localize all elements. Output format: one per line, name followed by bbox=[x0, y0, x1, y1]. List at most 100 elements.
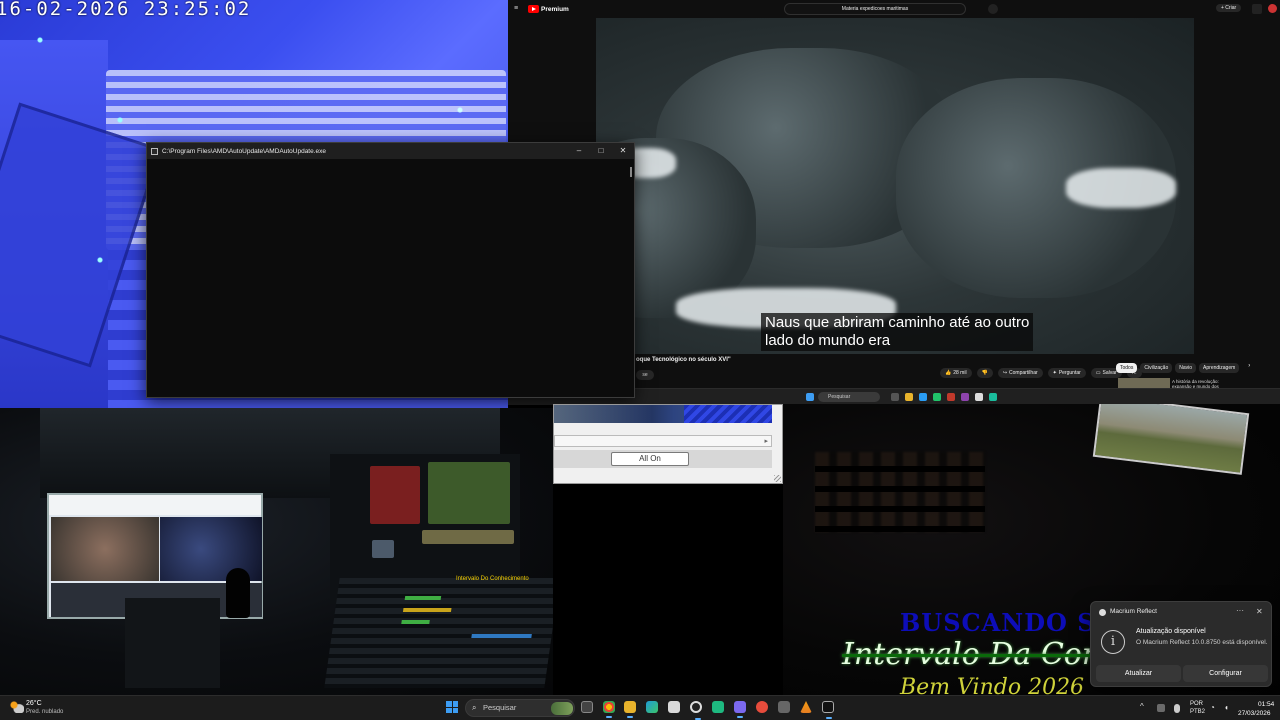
youtube-search-input[interactable]: Materia expedicoes maritimas bbox=[784, 3, 966, 15]
scroll-right-icon[interactable]: ▸ bbox=[764, 437, 768, 445]
stream-thumbnail bbox=[1092, 404, 1250, 475]
chip-learning[interactable]: Aprendizagem bbox=[1199, 363, 1240, 373]
settings-dialog: ▸ All On bbox=[553, 404, 783, 484]
stream-interval-text: Intervalo Da Conh bbox=[842, 637, 1121, 672]
notepad-icon[interactable] bbox=[668, 701, 680, 713]
monitor bbox=[428, 462, 510, 524]
video-title: oque Tecnológico no século XVI" bbox=[636, 357, 731, 363]
more-options-icon[interactable]: ··· bbox=[1236, 606, 1244, 615]
macrium-icon bbox=[1099, 609, 1106, 616]
terminal-icon[interactable] bbox=[822, 701, 834, 719]
app-icon[interactable] bbox=[756, 701, 768, 713]
projected-video bbox=[51, 517, 159, 581]
vu-meter bbox=[471, 634, 532, 638]
chevron-up-icon[interactable]: ^ bbox=[1140, 702, 1144, 711]
search-highlight-image[interactable] bbox=[551, 702, 573, 715]
mixing-desk bbox=[324, 578, 553, 688]
taskbar-search[interactable]: ⌕ Pesquisar bbox=[465, 699, 575, 717]
subtitle-line: lado do mundo era bbox=[765, 332, 891, 349]
dialog-scrollbar[interactable]: ▸ bbox=[554, 435, 772, 447]
close-icon[interactable]: ✕ bbox=[1256, 607, 1263, 616]
settings-gear-icon[interactable] bbox=[778, 701, 790, 713]
tray-app-icon[interactable] bbox=[1157, 704, 1165, 712]
start-button[interactable] bbox=[446, 701, 458, 713]
weather-icon[interactable] bbox=[10, 701, 24, 713]
chip-ship[interactable]: Navio bbox=[1175, 363, 1197, 373]
notification-app-name: Macrium Reflect bbox=[1110, 608, 1157, 615]
info-icon: i bbox=[1101, 630, 1125, 654]
edge-icon[interactable] bbox=[919, 393, 927, 401]
youtube-header: ≡ Premium Materia expedicoes maritimas +… bbox=[508, 0, 1280, 18]
close-button[interactable]: ✕ bbox=[612, 143, 634, 159]
chrome-icon[interactable] bbox=[603, 701, 615, 718]
start-icon-tile bbox=[452, 707, 458, 713]
obs-icon[interactable] bbox=[690, 701, 702, 720]
camera-timestamp: 16-02-2026 23:25:02 bbox=[0, 0, 252, 20]
recommendation-chips: Todos Civilização Navio Aprendizagem › bbox=[1116, 363, 1250, 373]
nested-search-input[interactable]: Pesquisar bbox=[818, 392, 880, 402]
share-button[interactable]: ↪ Compartilhar bbox=[997, 368, 1043, 378]
studio-chair bbox=[125, 598, 220, 688]
dislike-button[interactable]: 👎 bbox=[976, 368, 993, 378]
nested-start-icon[interactable] bbox=[806, 393, 814, 401]
ask-label: Perguntar bbox=[1058, 370, 1081, 376]
nested-app-icon[interactable] bbox=[975, 393, 983, 401]
monitor bbox=[422, 530, 514, 544]
nested-app-icon[interactable] bbox=[891, 393, 899, 401]
avatar[interactable] bbox=[1268, 4, 1277, 13]
vu-meter bbox=[404, 596, 442, 600]
create-button[interactable]: + Criar bbox=[1216, 4, 1242, 12]
menu-icon[interactable]: ≡ bbox=[514, 5, 518, 12]
notifications-bell-icon[interactable] bbox=[1252, 4, 1262, 14]
minimize-button[interactable]: – bbox=[568, 143, 590, 159]
youtube-play-icon bbox=[528, 5, 539, 13]
chips-next-icon[interactable]: › bbox=[1248, 363, 1250, 373]
nested-app-icon[interactable] bbox=[989, 393, 997, 401]
notification-toast[interactable]: Macrium Reflect ··· ✕ i Atualização disp… bbox=[1090, 601, 1272, 687]
youtube-logo[interactable]: Premium bbox=[528, 5, 569, 13]
like-button[interactable]: 👍 28 mil bbox=[940, 368, 972, 378]
file-explorer-icon[interactable] bbox=[624, 701, 636, 718]
nested-app-icon[interactable] bbox=[961, 393, 969, 401]
video-player[interactable]: Naus que abriram caminho até ao outro lad… bbox=[596, 18, 1194, 354]
stream-title-text: BUSCANDO SA bbox=[900, 608, 1116, 637]
vlc-icon[interactable] bbox=[800, 701, 812, 713]
task-view-icon[interactable] bbox=[581, 701, 593, 713]
console-titlebar[interactable]: C:\Program Files\AMD\AutoUpdate\AMDAutoU… bbox=[147, 143, 634, 159]
video-foam bbox=[1066, 168, 1176, 208]
maximize-button[interactable]: □ bbox=[590, 143, 612, 159]
configure-button[interactable]: Configurar bbox=[1183, 665, 1268, 682]
console-scrollbar[interactable] bbox=[630, 167, 632, 177]
app-icon[interactable] bbox=[712, 701, 724, 713]
weather-description[interactable]: Pred. nublado bbox=[26, 709, 63, 715]
microphone-icon[interactable] bbox=[988, 4, 998, 14]
console-icon bbox=[151, 147, 158, 155]
console-window[interactable]: C:\Program Files\AMD\AutoUpdate\AMDAutoU… bbox=[146, 142, 635, 398]
nested-app-icon[interactable] bbox=[947, 393, 955, 401]
start-icon-tile bbox=[446, 701, 452, 707]
chip-civilization[interactable]: Civilização bbox=[1140, 363, 1173, 373]
update-button[interactable]: Atualizar bbox=[1096, 665, 1181, 682]
wifi-icon[interactable]: ◔ bbox=[1210, 703, 1215, 712]
notification-heading: Atualização disponível bbox=[1136, 628, 1206, 635]
folder-icon[interactable] bbox=[905, 393, 913, 401]
start-icon-tile bbox=[452, 701, 458, 707]
all-on-button[interactable]: All On bbox=[611, 452, 689, 466]
subscribe-button[interactable]: se bbox=[636, 370, 654, 380]
clock-date[interactable]: 27/03/2026 bbox=[1238, 710, 1271, 717]
start-icon-tile bbox=[446, 707, 452, 713]
clock-time[interactable]: 01:54 bbox=[1258, 701, 1274, 708]
volume-icon[interactable]: ◖ bbox=[1224, 703, 1229, 712]
microphone-icon[interactable] bbox=[1174, 704, 1180, 713]
share-icon: ↪ bbox=[1002, 370, 1008, 376]
weather-temperature[interactable]: 26°C bbox=[26, 700, 42, 707]
edge-icon[interactable] bbox=[646, 701, 658, 713]
chip-all[interactable]: Todos bbox=[1116, 363, 1138, 373]
keyboard-layout[interactable]: PTB2 bbox=[1190, 709, 1205, 715]
nested-app-icon[interactable] bbox=[933, 393, 941, 401]
ask-button[interactable]: ✦ Perguntar bbox=[1047, 368, 1086, 378]
discord-icon[interactable] bbox=[734, 701, 746, 718]
language-indicator[interactable]: POR bbox=[1190, 701, 1203, 707]
save-label: Salvar bbox=[1102, 370, 1117, 376]
resize-grip-icon[interactable] bbox=[774, 475, 781, 482]
